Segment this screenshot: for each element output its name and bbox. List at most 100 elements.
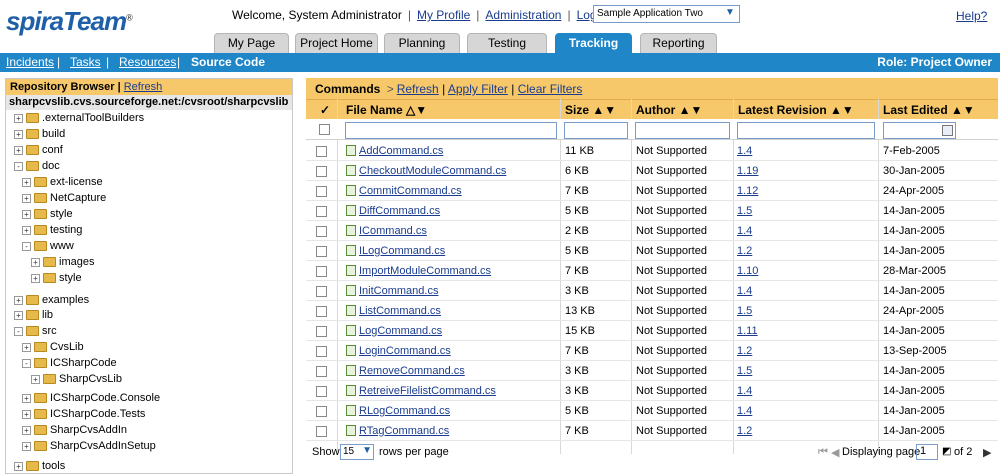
select-all-checkbox[interactable]: [319, 124, 330, 135]
expand-icon[interactable]: +: [22, 209, 31, 219]
file-name-link[interactable]: RetreiveFilelistCommand.cs: [359, 385, 496, 397]
file-name-link[interactable]: CheckoutModuleCommand.cs: [359, 165, 506, 177]
row-checkbox[interactable]: [316, 266, 327, 277]
collapse-icon[interactable]: -: [14, 161, 23, 171]
date-filter-input[interactable]: [883, 122, 956, 139]
column-author[interactable]: Author ▲▼: [636, 103, 702, 117]
revision-link[interactable]: 1.2: [737, 345, 752, 357]
refresh-link[interactable]: Refresh: [397, 82, 439, 96]
collapse-icon[interactable]: -: [14, 326, 23, 336]
column-latest-revision[interactable]: Latest Revision ▲▼: [738, 103, 854, 117]
tree-folder[interactable]: + SharpCvsLib: [31, 373, 122, 387]
row-checkbox[interactable]: [316, 346, 327, 357]
expand-icon[interactable]: +: [14, 113, 23, 123]
file-name-link[interactable]: InitCommand.cs: [359, 285, 438, 297]
revision-link[interactable]: 1.19: [737, 165, 758, 177]
file-name-link[interactable]: ImportModuleCommand.cs: [359, 265, 491, 277]
revision-link[interactable]: 1.10: [737, 265, 758, 277]
row-checkbox[interactable]: [316, 386, 327, 397]
expand-icon[interactable]: +: [31, 257, 40, 267]
row-checkbox[interactable]: [316, 246, 327, 257]
tab-my-page[interactable]: My Page: [214, 33, 289, 53]
administration-link[interactable]: Administration: [485, 8, 561, 22]
expand-icon[interactable]: +: [22, 409, 31, 419]
page-size-select[interactable]: 15 ▼: [340, 444, 374, 460]
subnav-incidents[interactable]: Incidents: [6, 55, 54, 69]
revision-link[interactable]: 1.4: [737, 385, 752, 397]
expand-icon[interactable]: +: [14, 129, 23, 139]
revision-filter-input[interactable]: [737, 122, 875, 139]
tree-folder[interactable]: + SharpCvsAddIn: [22, 424, 127, 438]
tab-project-home[interactable]: Project Home: [295, 33, 378, 53]
expand-icon[interactable]: +: [22, 393, 31, 403]
expand-icon[interactable]: +: [14, 310, 23, 320]
tree-folder[interactable]: + images: [31, 256, 94, 270]
tree-folder[interactable]: + lib: [14, 309, 53, 323]
expand-icon[interactable]: +: [14, 461, 23, 471]
row-checkbox[interactable]: [316, 166, 327, 177]
my-profile-link[interactable]: My Profile: [417, 8, 470, 22]
file-name-link[interactable]: ICommand.cs: [359, 225, 427, 237]
file-name-link[interactable]: ListCommand.cs: [359, 305, 441, 317]
calendar-icon[interactable]: [942, 125, 953, 136]
project-select[interactable]: Sample Application Two ▼: [593, 5, 740, 23]
tree-folder[interactable]: + testing: [22, 224, 82, 238]
expand-icon[interactable]: +: [31, 374, 40, 384]
tree-folder[interactable]: + style: [31, 272, 82, 286]
file-name-filter-input[interactable]: [345, 122, 557, 139]
revision-link[interactable]: 1.4: [737, 285, 752, 297]
revision-link[interactable]: 1.5: [737, 205, 752, 217]
tree-folder[interactable]: - ICSharpCode: [22, 357, 117, 371]
row-checkbox[interactable]: [316, 426, 327, 437]
select-all-checkmark[interactable]: ✓: [320, 103, 330, 117]
expand-icon[interactable]: +: [22, 441, 31, 451]
revision-link[interactable]: 1.11: [737, 325, 758, 337]
revision-link[interactable]: 1.2: [737, 245, 752, 257]
expand-icon[interactable]: +: [22, 425, 31, 435]
file-name-link[interactable]: LogCommand.cs: [359, 325, 442, 337]
tree-folder[interactable]: + build: [14, 128, 65, 142]
row-checkbox[interactable]: [316, 406, 327, 417]
tree-folder[interactable]: + CvsLib: [22, 341, 84, 355]
tree-folder[interactable]: + ext-license: [22, 176, 103, 190]
row-checkbox[interactable]: [316, 306, 327, 317]
file-name-link[interactable]: CommitCommand.cs: [359, 185, 462, 197]
revision-link[interactable]: 1.4: [737, 225, 752, 237]
tab-tracking[interactable]: Tracking: [555, 33, 632, 53]
author-filter-input[interactable]: [635, 122, 730, 139]
tree-folder[interactable]: + .externalToolBuilders: [14, 112, 144, 126]
tree-folder[interactable]: - doc: [14, 160, 60, 174]
row-checkbox[interactable]: [316, 226, 327, 237]
tree-folder[interactable]: - www: [22, 240, 74, 254]
row-checkbox[interactable]: [316, 186, 327, 197]
apply-filter-link[interactable]: Apply Filter: [448, 82, 508, 96]
tree-folder[interactable]: + style: [22, 208, 73, 222]
row-checkbox[interactable]: [316, 146, 327, 157]
expand-icon[interactable]: +: [22, 193, 31, 203]
expand-icon[interactable]: +: [22, 177, 31, 187]
expand-icon[interactable]: +: [22, 225, 31, 235]
repository-refresh-link[interactable]: Refresh: [124, 81, 163, 93]
clear-filters-link[interactable]: Clear Filters: [518, 82, 583, 96]
help-link[interactable]: Help?: [956, 9, 987, 23]
next-page-icon[interactable]: ▶: [983, 446, 991, 459]
tree-folder[interactable]: - src: [14, 325, 57, 339]
expand-icon[interactable]: +: [14, 145, 23, 155]
file-name-link[interactable]: RTagCommand.cs: [359, 425, 449, 437]
tree-folder[interactable]: + examples: [14, 294, 89, 308]
collapse-icon[interactable]: -: [22, 241, 31, 251]
column-last-edited[interactable]: Last Edited ▲▼: [883, 103, 975, 117]
column-size[interactable]: Size ▲▼: [565, 103, 616, 117]
tree-folder[interactable]: + conf: [14, 144, 63, 158]
row-checkbox[interactable]: [316, 366, 327, 377]
tab-testing[interactable]: Testing: [467, 33, 547, 53]
file-name-link[interactable]: AddCommand.cs: [359, 145, 443, 157]
expand-icon[interactable]: +: [31, 273, 40, 283]
previous-page-icon[interactable]: ◀: [831, 446, 839, 459]
size-filter-input[interactable]: [564, 122, 628, 139]
tree-folder[interactable]: + ICSharpCode.Console: [22, 392, 160, 406]
subnav-tasks[interactable]: Tasks: [70, 55, 101, 69]
collapse-icon[interactable]: -: [22, 358, 31, 368]
revision-link[interactable]: 1.5: [737, 365, 752, 377]
column-file-name[interactable]: File Name △▼: [346, 103, 427, 117]
